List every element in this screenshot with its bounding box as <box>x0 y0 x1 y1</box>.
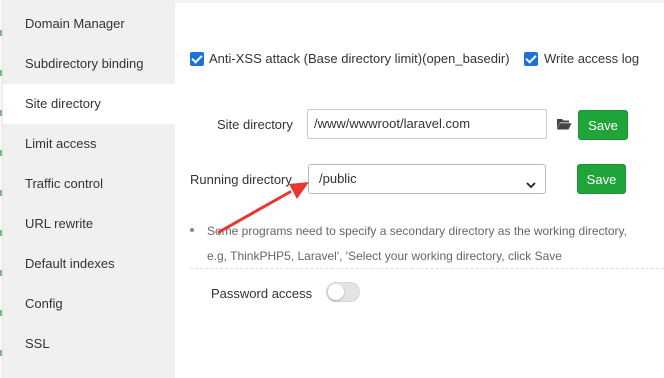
sidebar-item-limit-access[interactable]: Limit access <box>3 124 175 164</box>
sidebar-item-default-indexes[interactable]: Default indexes <box>3 244 175 284</box>
edge-marker <box>0 190 2 196</box>
sidebar-item-subdirectory-binding[interactable]: Subdirectory binding <box>3 44 175 84</box>
edge-marker <box>0 310 2 316</box>
sidebar-item-config[interactable]: Config <box>3 284 175 324</box>
edge-marker <box>0 70 2 76</box>
note-divider <box>190 268 664 269</box>
edge-marker <box>0 30 2 36</box>
note-line-1: Some programs need to specify a secondar… <box>207 224 627 238</box>
sidebar-item-traffic-control[interactable]: Traffic control <box>3 164 175 204</box>
panel-top-border <box>175 0 664 3</box>
running-directory-selected: /public <box>319 171 357 186</box>
edge-marker <box>0 230 2 236</box>
password-access-toggle[interactable] <box>326 282 360 302</box>
site-directory-label: Site directory <box>217 117 293 132</box>
running-directory-select[interactable]: /public <box>308 164 546 194</box>
site-directory-save-button[interactable]: Save <box>578 110 628 140</box>
anti-xss-checkbox[interactable] <box>190 52 204 66</box>
settings-sidebar: Domain Manager Subdirectory binding Site… <box>3 0 175 378</box>
note-bullet <box>190 228 194 232</box>
running-directory-save-button[interactable]: Save <box>577 164 626 194</box>
edge-marker <box>0 110 2 116</box>
password-access-label: Password access <box>211 286 313 301</box>
sidebar-item-domain-manager[interactable]: Domain Manager <box>3 4 175 44</box>
chevron-down-icon <box>525 173 537 189</box>
write-access-log-checkbox[interactable] <box>524 52 538 66</box>
edge-marker <box>0 270 2 276</box>
edge-marker <box>0 350 2 356</box>
write-access-log-label: Write access log <box>544 51 640 66</box>
sidebar-item-url-rewrite[interactable]: URL rewrite <box>3 204 175 244</box>
toggle-knob <box>328 284 344 300</box>
sidebar-item-ssl[interactable]: SSL <box>3 324 175 364</box>
site-directory-input[interactable]: /www/wwwroot/laravel.com <box>307 109 547 139</box>
note-line-2: e.g, ThinkPHP5, Laravel', 'Select your w… <box>207 249 562 263</box>
sidebar-item-site-directory[interactable]: Site directory <box>3 84 175 124</box>
edge-marker <box>0 150 2 156</box>
anti-xss-label: Anti-XSS attack (Base directory limit)(o… <box>209 51 510 66</box>
site-directory-panel: Anti-XSS attack (Base directory limit)(o… <box>175 0 664 378</box>
folder-open-icon[interactable] <box>556 117 572 131</box>
running-directory-label: Running directory <box>190 172 292 187</box>
